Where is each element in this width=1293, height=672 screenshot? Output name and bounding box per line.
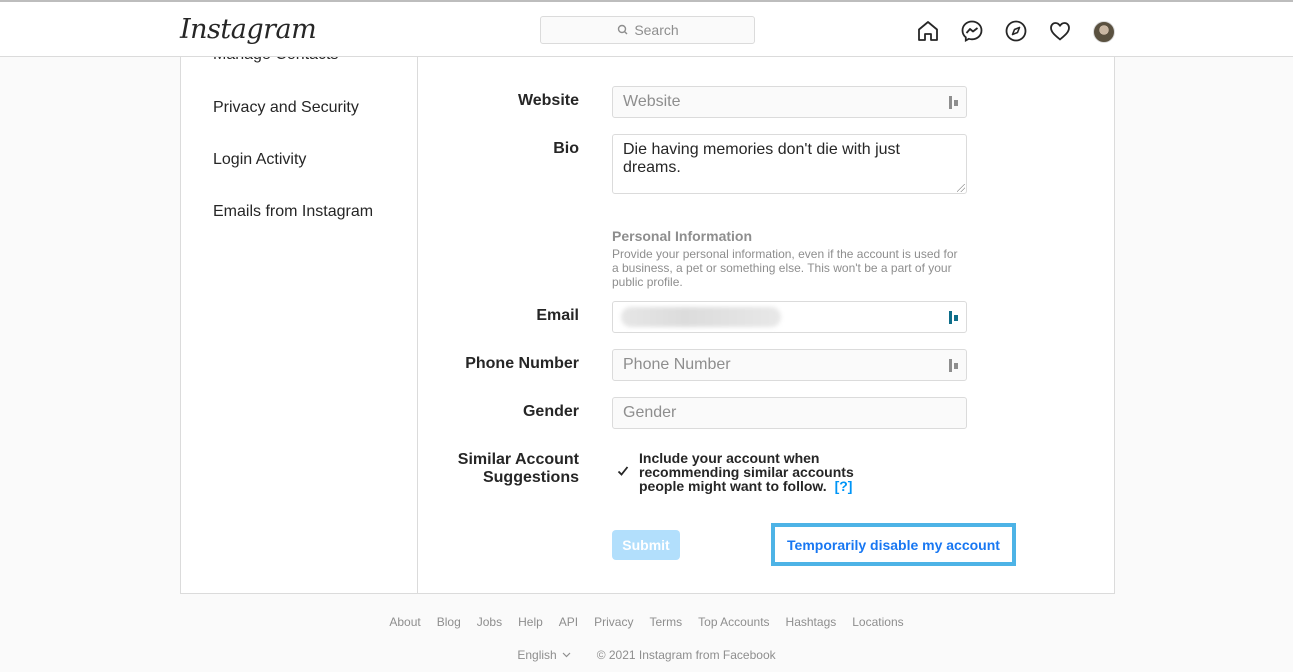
sidebar-item-emails[interactable]: Emails from Instagram <box>213 203 373 221</box>
settings-card: Manage Contacts Privacy and Security Log… <box>180 56 1115 594</box>
search-placeholder: Search <box>634 22 679 38</box>
explore-icon[interactable] <box>1003 18 1029 44</box>
similar-accounts-label: Similar Account Suggestions <box>458 451 579 487</box>
heart-icon[interactable] <box>1047 18 1073 44</box>
bio-textarea[interactable]: Die having memories don't die with just … <box>612 134 967 194</box>
resize-handle-icon[interactable] <box>957 184 965 192</box>
similar-accounts-checkbox[interactable] <box>615 463 631 479</box>
password-manager-icon[interactable] <box>949 359 960 372</box>
phone-label: Phone Number <box>465 355 579 372</box>
footer-link-jobs[interactable]: Jobs <box>477 615 502 629</box>
footer-link-api[interactable]: API <box>559 615 578 629</box>
copyright: © 2021 Instagram from Facebook <box>596 648 776 662</box>
sidebar-item-privacy-security[interactable]: Privacy and Security <box>213 99 359 117</box>
similar-accounts-label-line1: Similar Account <box>457 451 579 468</box>
gender-placeholder: Gender <box>623 404 677 421</box>
email-value-redacted <box>621 307 781 327</box>
password-manager-icon[interactable] <box>949 311 960 324</box>
footer-link-locations[interactable]: Locations <box>852 615 903 629</box>
disable-account-button[interactable]: Temporarily disable my account <box>771 523 1016 566</box>
bio-value: Die having memories don't die with just … <box>623 141 900 176</box>
chevron-down-icon <box>562 652 571 658</box>
settings-sidebar: Manage Contacts Privacy and Security Log… <box>181 56 418 593</box>
password-manager-icon[interactable] <box>949 96 960 109</box>
footer-link-help[interactable]: Help <box>518 615 543 629</box>
phone-field[interactable]: Phone Number <box>612 349 967 381</box>
similar-accounts-label-line2: Suggestions <box>482 469 579 486</box>
footer-bottom: English © 2021 Instagram from Facebook <box>0 648 1293 662</box>
messenger-icon[interactable] <box>959 18 985 44</box>
language-label: English <box>517 648 557 662</box>
submit-button[interactable]: Submit <box>612 530 680 560</box>
search-icon <box>618 24 628 35</box>
language-selector[interactable]: English <box>517 648 571 662</box>
website-label: Website <box>517 92 579 109</box>
nav-icons <box>915 18 1135 44</box>
search-input[interactable]: Search <box>540 16 755 44</box>
similar-accounts-description: Include your account when recommending s… <box>639 451 869 493</box>
footer-link-blog[interactable]: Blog <box>437 615 461 629</box>
sidebar-item-manage-contacts[interactable]: Manage Contacts <box>213 56 338 64</box>
footer-link-terms[interactable]: Terms <box>649 615 682 629</box>
home-icon[interactable] <box>915 18 941 44</box>
website-placeholder: Website <box>623 93 681 110</box>
personal-info-title: Personal Information <box>612 228 753 244</box>
phone-placeholder: Phone Number <box>623 356 731 373</box>
email-label: Email <box>536 307 579 324</box>
footer-link-hashtags[interactable]: Hashtags <box>786 615 837 629</box>
personal-info-description: Provide your personal information, even … <box>612 247 958 289</box>
footer-link-about[interactable]: About <box>389 615 420 629</box>
top-navigation-bar: Instagram Search <box>0 0 1293 57</box>
similar-accounts-text: Include your account when recommending s… <box>639 450 854 494</box>
gender-label: Gender <box>522 403 579 420</box>
footer-link-top-accounts[interactable]: Top Accounts <box>698 615 769 629</box>
sidebar-item-login-activity[interactable]: Login Activity <box>213 151 306 169</box>
email-field[interactable] <box>612 301 967 333</box>
gender-field[interactable]: Gender <box>612 397 967 429</box>
footer-links: About Blog Jobs Help API Privacy Terms T… <box>0 615 1293 629</box>
help-link[interactable]: [?] <box>835 478 853 494</box>
avatar <box>1093 21 1115 43</box>
checkmark-icon <box>617 466 629 476</box>
footer-link-privacy[interactable]: Privacy <box>594 615 633 629</box>
profile-avatar[interactable] <box>1091 18 1117 44</box>
instagram-logo[interactable]: Instagram <box>180 14 317 45</box>
bio-label: Bio <box>553 140 579 157</box>
website-field[interactable]: Website <box>612 86 967 118</box>
